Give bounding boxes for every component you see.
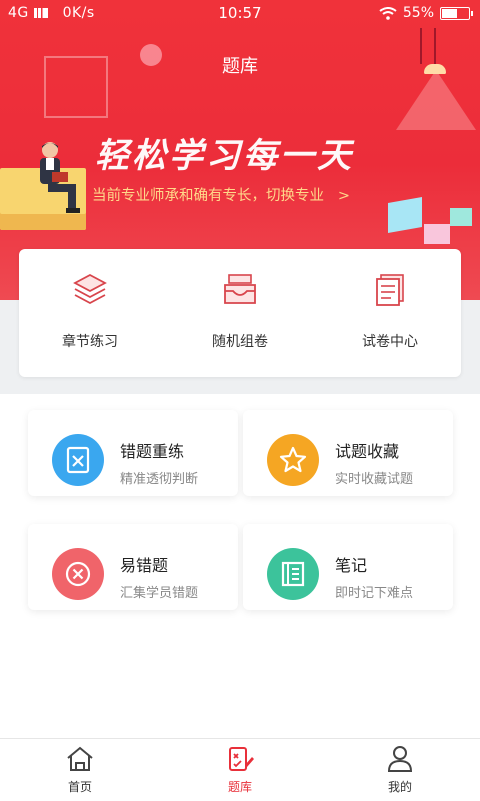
tab-mine[interactable]: 我的 [340,745,460,795]
wifi-icon [379,6,397,20]
feature-favorites[interactable]: 试题收藏 实时收藏试题 [243,410,453,496]
wrong-book-icon [52,434,104,486]
banner-slogan: 轻松学习每一天 [95,136,354,176]
star-icon [267,434,319,486]
feature-desc: 实时收藏试题 [335,472,414,487]
battery-percent: 55% [402,5,434,21]
layers-icon [73,273,107,305]
tab-home[interactable]: 首页 [20,745,140,795]
switch-major-text: 当前专业师承和确有专长，切换专业 [92,188,324,204]
papers-icon [376,274,404,306]
x-circle-icon [52,548,104,600]
home-icon [67,746,93,771]
battery-icon [440,6,473,20]
banner-decor-cube-teal [450,208,472,226]
feature-desc: 汇集学员错题 [120,586,199,601]
user-icon [387,746,413,772]
feature-title: 错题重练 [120,442,185,461]
feature-wrong-retrain[interactable]: 错题重练 精准透彻判断 [28,410,238,496]
tab-question-bank[interactable]: 题库 [180,745,300,795]
banner-decor-cubes [388,197,422,233]
battery-fill [442,8,458,18]
feature-error-prone[interactable]: 易错题 汇集学员错题 [28,524,238,610]
category-label: 随机组卷 [212,334,268,350]
page-title: 题库 [222,56,258,77]
category-label: 章节练习 [62,334,118,350]
feature-notes[interactable]: 笔记 即时记下难点 [243,524,453,610]
reading-person-illustration [40,142,80,213]
status-bar: 4G 0K/s 10:57 55% [0,0,480,28]
category-random-paper[interactable]: 随机组卷 [175,271,305,351]
feature-title: 试题收藏 [335,442,400,461]
chevron-right-icon: > [337,188,350,204]
tab-label: 题库 [227,780,252,794]
category-label: 试卷中心 [362,334,418,350]
bottom-tab-bar: 首页 题库 我的 [0,738,480,801]
tab-label: 首页 [67,780,92,794]
feature-desc: 即时记下难点 [335,586,414,601]
category-chapter-practice[interactable]: 章节练习 [25,271,155,351]
notebook-icon [267,548,319,600]
feature-title: 易错题 [120,556,169,575]
category-paper-center[interactable]: 试卷中心 [325,271,455,351]
lamp-glow [396,70,476,130]
feature-title: 笔记 [335,556,368,575]
inbox-icon [224,274,256,304]
tab-label: 我的 [387,780,412,794]
banner-decor-cube-pink [424,224,450,244]
question-bank-icon [229,747,254,771]
switch-major-link[interactable]: 当前专业师承和确有专长，切换专业 > [92,184,350,205]
category-card: 章节练习 随机组卷 试卷中心 [19,249,461,377]
status-right: 55% [379,5,473,21]
feature-desc: 精准透彻判断 [120,472,199,487]
